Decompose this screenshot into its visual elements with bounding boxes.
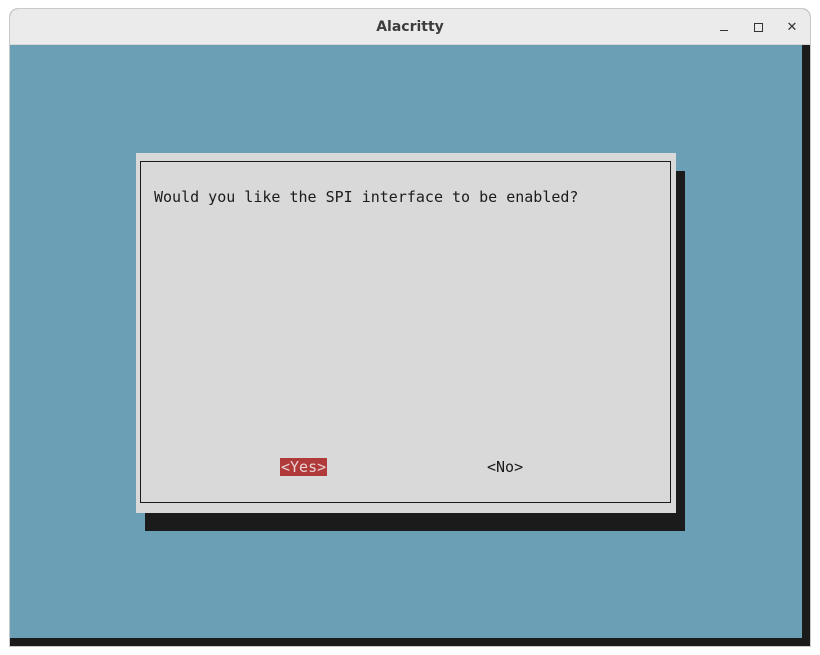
dialog-question: Would you like the SPI interface to be e… <box>154 188 579 206</box>
close-icon: ✕ <box>786 19 798 35</box>
dialog-frame <box>140 161 671 503</box>
yesno-dialog: Would you like the SPI interface to be e… <box>136 153 676 513</box>
terminal-window: Alacritty ✕ Would you like the SPI inter… <box>9 8 811 647</box>
terminal-area[interactable]: Would you like the SPI interface to be e… <box>10 45 802 638</box>
minimize-icon <box>720 29 728 31</box>
maximize-button[interactable] <box>748 17 768 37</box>
minimize-button[interactable] <box>714 17 734 37</box>
maximize-icon <box>753 22 763 32</box>
title-bar[interactable]: Alacritty ✕ <box>10 9 810 45</box>
window-title: Alacritty <box>376 19 444 35</box>
no-button[interactable]: <No> <box>487 458 523 476</box>
yes-button[interactable]: <Yes> <box>280 458 328 476</box>
close-button[interactable]: ✕ <box>782 17 802 37</box>
